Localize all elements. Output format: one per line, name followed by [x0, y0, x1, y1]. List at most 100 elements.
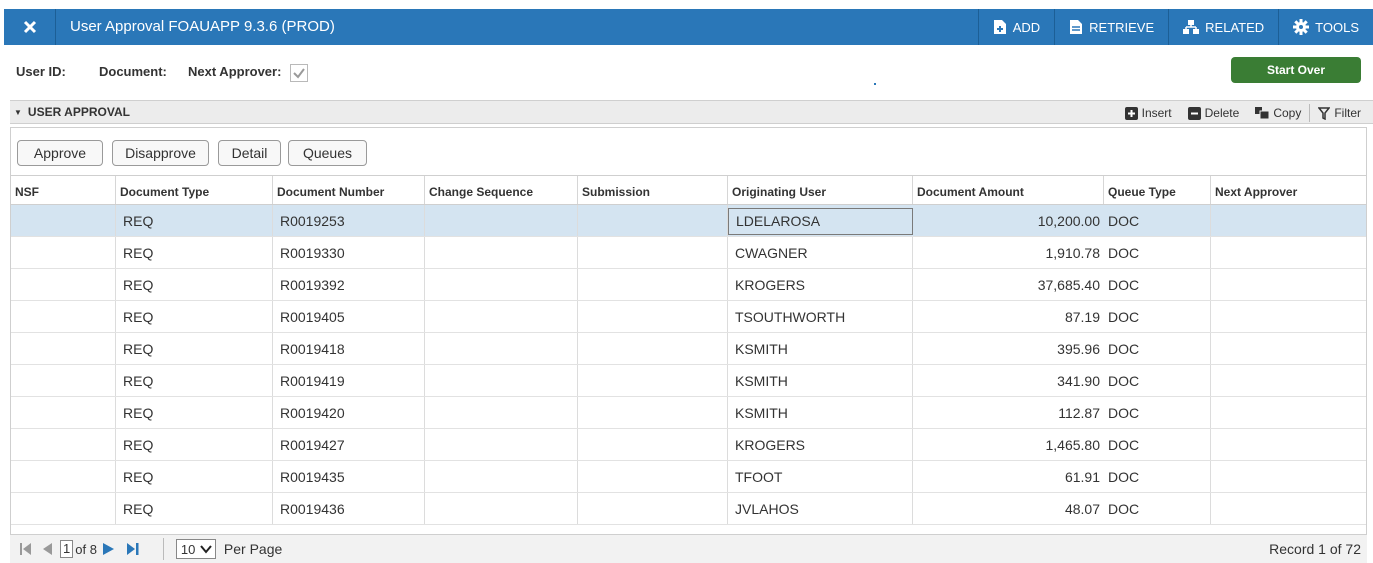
- cell-nsf[interactable]: [11, 397, 116, 428]
- cell-queue-type[interactable]: DOC: [1104, 205, 1211, 236]
- cell-document-number[interactable]: R0019418: [273, 333, 425, 364]
- cell-next-approver[interactable]: [1211, 269, 1366, 300]
- cell-document-type[interactable]: REQ: [116, 205, 273, 236]
- cell-next-approver[interactable]: [1211, 429, 1366, 460]
- cell-document-type[interactable]: REQ: [116, 237, 273, 268]
- cell-change-sequence[interactable]: [425, 493, 578, 524]
- table-row[interactable]: REQ R0019427 KROGERS 1,465.80 DOC: [11, 429, 1366, 461]
- table-row[interactable]: REQ R0019253 LDELAROSA 10,200.00 DOC: [11, 205, 1366, 237]
- last-page-button[interactable]: [126, 542, 139, 556]
- cell-change-sequence[interactable]: [425, 301, 578, 332]
- cell-originating-user[interactable]: KSMITH: [728, 365, 913, 396]
- cell-document-number[interactable]: R0019435: [273, 461, 425, 492]
- cell-document-number[interactable]: R0019392: [273, 269, 425, 300]
- cell-originating-user[interactable]: TSOUTHWORTH: [728, 301, 913, 332]
- add-button[interactable]: ADD: [977, 9, 1054, 45]
- cell-document-amount[interactable]: 112.87: [913, 397, 1104, 428]
- queues-button[interactable]: Queues: [288, 140, 367, 166]
- cell-queue-type[interactable]: DOC: [1104, 301, 1211, 332]
- cell-document-type[interactable]: REQ: [116, 493, 273, 524]
- cell-nsf[interactable]: [11, 333, 116, 364]
- cell-queue-type[interactable]: DOC: [1104, 269, 1211, 300]
- cell-next-approver[interactable]: [1211, 333, 1366, 364]
- cell-change-sequence[interactable]: [425, 429, 578, 460]
- cell-next-approver[interactable]: [1211, 205, 1366, 236]
- table-row[interactable]: REQ R0019436 JVLAHOS 48.07 DOC: [11, 493, 1366, 525]
- cell-document-type[interactable]: REQ: [116, 365, 273, 396]
- cell-submission[interactable]: [578, 205, 728, 236]
- cell-submission[interactable]: [578, 397, 728, 428]
- cell-next-approver[interactable]: [1211, 493, 1366, 524]
- cell-next-approver[interactable]: [1211, 461, 1366, 492]
- column-header-document-number[interactable]: Document Number: [273, 176, 425, 204]
- table-row[interactable]: REQ R0019392 KROGERS 37,685.40 DOC: [11, 269, 1366, 301]
- current-page-input[interactable]: 1: [60, 540, 74, 558]
- cell-change-sequence[interactable]: [425, 461, 578, 492]
- cell-originating-user[interactable]: KROGERS: [728, 429, 913, 460]
- cell-submission[interactable]: [578, 333, 728, 364]
- cell-submission[interactable]: [578, 493, 728, 524]
- related-button[interactable]: RELATED: [1168, 9, 1278, 45]
- cell-document-number[interactable]: R0019419: [273, 365, 425, 396]
- cell-change-sequence[interactable]: [425, 365, 578, 396]
- cell-originating-user[interactable]: JVLAHOS: [728, 493, 913, 524]
- cell-nsf[interactable]: [11, 205, 116, 236]
- cell-document-type[interactable]: REQ: [116, 397, 273, 428]
- cell-submission[interactable]: [578, 237, 728, 268]
- cell-originating-user[interactable]: LDELAROSA: [728, 208, 913, 235]
- cell-nsf[interactable]: [11, 237, 116, 268]
- cell-next-approver[interactable]: [1211, 397, 1366, 428]
- cell-document-number[interactable]: R0019405: [273, 301, 425, 332]
- cell-nsf[interactable]: [11, 493, 116, 524]
- cell-document-amount[interactable]: 61.91: [913, 461, 1104, 492]
- cell-nsf[interactable]: [11, 429, 116, 460]
- previous-page-button[interactable]: [42, 542, 52, 556]
- cell-originating-user[interactable]: KROGERS: [728, 269, 913, 300]
- column-header-next-approver[interactable]: Next Approver: [1211, 176, 1366, 204]
- close-button[interactable]: [4, 9, 56, 45]
- cell-document-type[interactable]: REQ: [116, 269, 273, 300]
- next-approver-checkbox[interactable]: [290, 64, 308, 82]
- table-row[interactable]: REQ R0019419 KSMITH 341.90 DOC: [11, 365, 1366, 397]
- table-row[interactable]: REQ R0019405 TSOUTHWORTH 87.19 DOC: [11, 301, 1366, 333]
- cell-document-amount[interactable]: 395.96: [913, 333, 1104, 364]
- cell-change-sequence[interactable]: [425, 205, 578, 236]
- cell-document-number[interactable]: R0019420: [273, 397, 425, 428]
- collapse-triangle-icon[interactable]: ▼: [14, 108, 22, 117]
- table-row[interactable]: REQ R0019330 CWAGNER 1,910.78 DOC: [11, 237, 1366, 269]
- cell-submission[interactable]: [578, 269, 728, 300]
- column-header-document-amount[interactable]: Document Amount: [913, 176, 1104, 204]
- cell-document-amount[interactable]: 341.90: [913, 365, 1104, 396]
- column-header-nsf[interactable]: NSF: [11, 176, 116, 204]
- column-header-document-type[interactable]: Document Type: [116, 176, 273, 204]
- next-page-button[interactable]: [102, 542, 115, 556]
- tools-button[interactable]: TOOLS: [1278, 9, 1373, 45]
- cell-document-amount[interactable]: 1,465.80: [913, 429, 1104, 460]
- cell-document-amount[interactable]: 37,685.40: [913, 269, 1104, 300]
- cell-originating-user[interactable]: TFOOT: [728, 461, 913, 492]
- column-header-change-sequence[interactable]: Change Sequence: [425, 176, 578, 204]
- disapprove-button[interactable]: Disapprove: [112, 140, 209, 166]
- cell-next-approver[interactable]: [1211, 365, 1366, 396]
- cell-document-type[interactable]: REQ: [116, 461, 273, 492]
- cell-change-sequence[interactable]: [425, 397, 578, 428]
- cell-queue-type[interactable]: DOC: [1104, 461, 1211, 492]
- cell-submission[interactable]: [578, 365, 728, 396]
- first-page-button[interactable]: [20, 542, 32, 556]
- cell-document-number[interactable]: R0019330: [273, 237, 425, 268]
- column-header-originating-user[interactable]: Originating User: [728, 176, 913, 204]
- cell-nsf[interactable]: [11, 365, 116, 396]
- cell-nsf[interactable]: [11, 461, 116, 492]
- section-title[interactable]: ▼ USER APPROVAL: [14, 105, 130, 119]
- cell-originating-user[interactable]: KSMITH: [728, 333, 913, 364]
- cell-queue-type[interactable]: DOC: [1104, 397, 1211, 428]
- delete-button[interactable]: Delete: [1180, 106, 1248, 120]
- cell-queue-type[interactable]: DOC: [1104, 333, 1211, 364]
- column-header-submission[interactable]: Submission: [578, 176, 728, 204]
- cell-queue-type[interactable]: DOC: [1104, 365, 1211, 396]
- cell-submission[interactable]: [578, 301, 728, 332]
- cell-document-amount[interactable]: 48.07: [913, 493, 1104, 524]
- copy-button[interactable]: Copy: [1247, 106, 1309, 120]
- cell-queue-type[interactable]: DOC: [1104, 429, 1211, 460]
- detail-button[interactable]: Detail: [218, 140, 281, 166]
